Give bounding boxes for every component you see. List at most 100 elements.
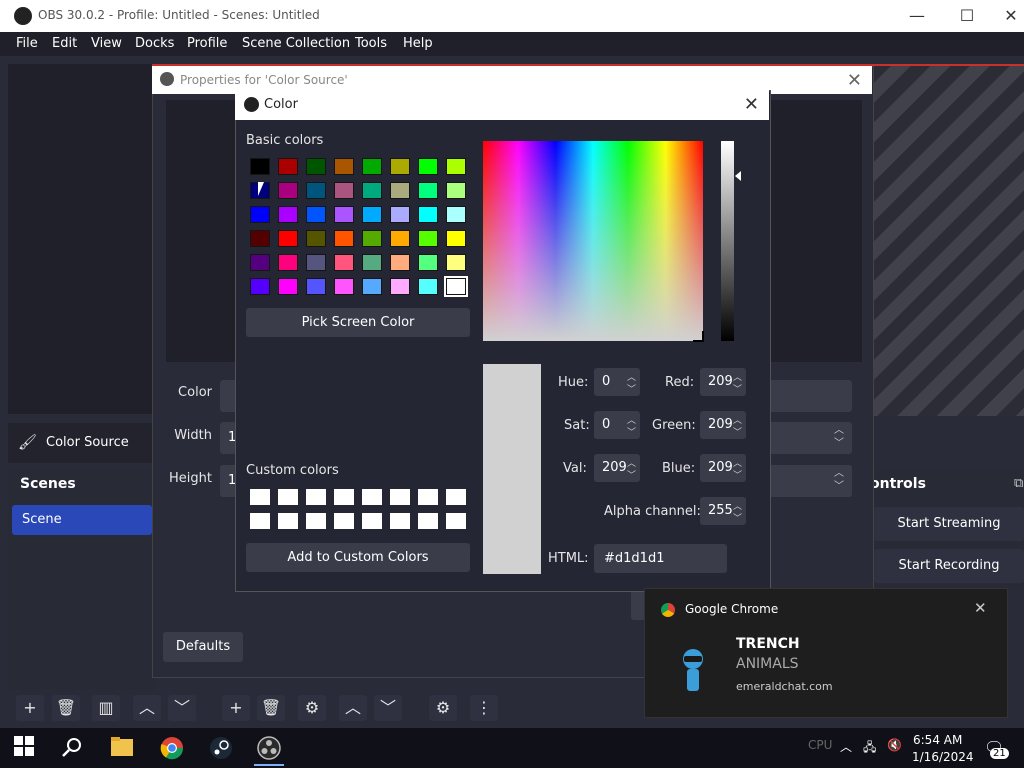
defaults-button[interactable]: Defaults bbox=[163, 632, 243, 662]
basic-color-swatch[interactable] bbox=[250, 278, 270, 295]
add-custom-colors-button[interactable]: Add to Custom Colors bbox=[246, 543, 470, 572]
spin-down-icon[interactable]: ﹀ bbox=[733, 468, 742, 481]
basic-color-swatch[interactable] bbox=[306, 278, 326, 295]
menu-profile[interactable]: Profile bbox=[187, 36, 227, 51]
menu-tools[interactable]: Tools bbox=[355, 36, 387, 51]
remove-source-icon[interactable]: 🗑 bbox=[257, 695, 285, 721]
basic-color-swatch[interactable] bbox=[278, 182, 298, 199]
custom-color-swatch[interactable] bbox=[390, 513, 410, 529]
color-spectrum[interactable] bbox=[483, 141, 703, 341]
basic-color-swatch[interactable] bbox=[334, 254, 354, 271]
add-scene-icon[interactable]: + bbox=[16, 695, 44, 721]
basic-color-swatch[interactable] bbox=[362, 278, 382, 295]
basic-color-swatch[interactable] bbox=[306, 206, 326, 223]
basic-color-swatch[interactable] bbox=[418, 206, 438, 223]
move-down-icon[interactable]: ﹀ bbox=[168, 695, 196, 721]
value-slider-arrow-icon[interactable] bbox=[735, 171, 741, 181]
basic-color-swatch[interactable] bbox=[418, 158, 438, 175]
custom-color-swatch[interactable] bbox=[278, 513, 298, 529]
basic-color-swatch[interactable] bbox=[334, 278, 354, 295]
chrome-taskbar-icon[interactable] bbox=[160, 736, 184, 760]
basic-color-swatch[interactable] bbox=[362, 206, 382, 223]
basic-color-swatch[interactable] bbox=[446, 254, 466, 271]
menu-docks[interactable]: Docks bbox=[135, 36, 174, 51]
basic-color-swatch[interactable] bbox=[362, 254, 382, 271]
volume-icon[interactable]: 🔇 bbox=[887, 738, 902, 752]
menu-view[interactable]: View bbox=[91, 36, 122, 51]
basic-color-swatch[interactable] bbox=[362, 158, 382, 175]
clock-time[interactable]: 6:54 AM bbox=[913, 733, 962, 747]
basic-color-swatch[interactable] bbox=[278, 278, 298, 295]
basic-color-swatch[interactable] bbox=[334, 182, 354, 199]
spin-down-icon[interactable]: ﹀ bbox=[733, 511, 742, 524]
move-up-icon[interactable]: ︿ bbox=[133, 695, 161, 721]
remove-scene-icon[interactable]: 🗑 bbox=[52, 695, 80, 721]
undock-icon[interactable]: ⧉ bbox=[1014, 476, 1023, 491]
color-close-icon[interactable]: ✕ bbox=[744, 94, 759, 115]
basic-color-swatch[interactable] bbox=[390, 278, 410, 295]
custom-color-swatch[interactable] bbox=[446, 489, 466, 505]
custom-color-swatch[interactable] bbox=[418, 513, 438, 529]
custom-color-swatch[interactable] bbox=[250, 489, 270, 505]
custom-color-swatch[interactable] bbox=[390, 489, 410, 505]
basic-color-swatch[interactable] bbox=[334, 206, 354, 223]
custom-color-swatch[interactable] bbox=[250, 513, 270, 529]
width-spin-icon[interactable]: ︿ ﹀ bbox=[834, 424, 844, 450]
basic-color-swatch[interactable] bbox=[334, 158, 354, 175]
maximize-button[interactable]: ☐ bbox=[944, 4, 990, 28]
spin-down-icon[interactable]: ﹀ bbox=[627, 382, 636, 395]
alpha-spinbox[interactable]: 255 ︿ ﹀ bbox=[700, 497, 746, 525]
basic-color-swatch[interactable] bbox=[278, 254, 298, 271]
menu-edit[interactable]: Edit bbox=[52, 36, 77, 51]
close-button[interactable]: ✕ bbox=[988, 4, 1024, 28]
basic-color-swatch[interactable] bbox=[362, 182, 382, 199]
value-slider[interactable] bbox=[721, 141, 734, 341]
toast-close-icon[interactable]: ✕ bbox=[974, 599, 987, 617]
basic-color-swatch[interactable] bbox=[418, 278, 438, 295]
chrome-notification[interactable]: Google Chrome ✕ TRENCH ANIMALS emeraldch… bbox=[644, 588, 1008, 718]
steam-icon[interactable] bbox=[209, 736, 233, 760]
basic-color-swatch[interactable] bbox=[446, 230, 466, 247]
start-recording-button[interactable]: Start Recording bbox=[874, 549, 1024, 583]
pick-screen-color-button[interactable]: Pick Screen Color bbox=[246, 308, 470, 337]
custom-color-swatch[interactable] bbox=[418, 489, 438, 505]
basic-color-swatch[interactable] bbox=[390, 158, 410, 175]
obs-taskbar-icon[interactable] bbox=[257, 736, 281, 760]
basic-color-swatch[interactable] bbox=[418, 182, 438, 199]
basic-color-swatch[interactable] bbox=[444, 276, 468, 297]
file-explorer-icon[interactable] bbox=[110, 736, 134, 760]
basic-color-swatch[interactable] bbox=[250, 206, 270, 223]
height-spin-icon[interactable]: ︿ ﹀ bbox=[834, 467, 844, 493]
basic-color-swatch[interactable] bbox=[390, 182, 410, 199]
custom-color-swatch[interactable] bbox=[446, 513, 466, 529]
basic-color-swatch[interactable] bbox=[306, 230, 326, 247]
basic-color-swatch[interactable] bbox=[446, 206, 466, 223]
basic-color-swatch[interactable] bbox=[278, 230, 298, 247]
menu-file[interactable]: File bbox=[16, 36, 38, 51]
custom-color-swatch[interactable] bbox=[278, 489, 298, 505]
minimize-button[interactable]: — bbox=[894, 4, 940, 28]
source-down-icon[interactable]: ﹀ bbox=[374, 695, 402, 721]
more-icon[interactable]: ⋮ bbox=[470, 695, 498, 721]
custom-color-swatch[interactable] bbox=[306, 489, 326, 505]
add-source-icon[interactable]: + bbox=[222, 695, 250, 721]
basic-color-swatch[interactable] bbox=[390, 254, 410, 271]
start-streaming-button[interactable]: Start Streaming bbox=[874, 507, 1024, 541]
basic-color-swatch[interactable] bbox=[362, 230, 382, 247]
blue-spinbox[interactable]: 209 ︿ ﹀ bbox=[700, 454, 746, 482]
basic-color-swatch[interactable] bbox=[446, 182, 466, 199]
basic-color-swatch[interactable] bbox=[390, 230, 410, 247]
source-up-icon[interactable]: ︿ bbox=[339, 695, 367, 721]
basic-color-swatch[interactable] bbox=[334, 230, 354, 247]
properties-close-icon[interactable]: ✕ bbox=[847, 70, 862, 91]
red-spinbox[interactable]: 209 ︿ ﹀ bbox=[700, 368, 746, 396]
source-item[interactable]: 🖌 Color Source bbox=[8, 423, 156, 463]
windows-start-icon[interactable] bbox=[14, 736, 38, 760]
basic-color-swatch[interactable] bbox=[306, 158, 326, 175]
basic-color-swatch[interactable] bbox=[390, 206, 410, 223]
basic-color-swatch[interactable] bbox=[250, 254, 270, 271]
mixer-settings-icon[interactable]: ⚙ bbox=[429, 695, 457, 721]
basic-color-swatch[interactable] bbox=[418, 230, 438, 247]
tray-chevron-icon[interactable]: ︿ bbox=[840, 738, 852, 755]
html-input[interactable]: #d1d1d1 bbox=[594, 544, 727, 573]
